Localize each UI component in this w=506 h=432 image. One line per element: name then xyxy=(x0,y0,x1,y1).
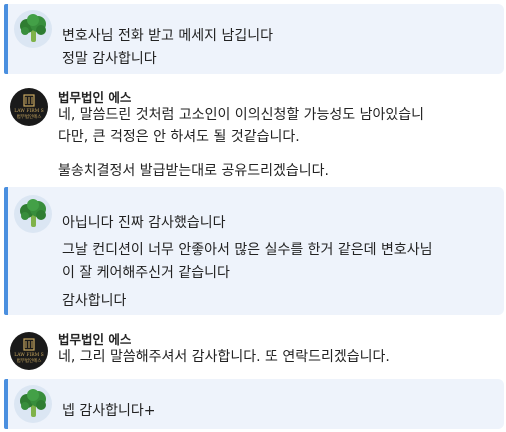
message-lawyer-2: LAW FIRM S 법무법인에스 법무법인 에스 네, 그리 말씀해주셔서 감… xyxy=(4,322,504,372)
broccoli-avatar-icon[interactable] xyxy=(14,195,52,233)
message-lawyer-1: LAW FIRM S 법무법인에스 법무법인 에스 네, 말씀드린 것처럼 고소… xyxy=(4,80,504,185)
message-text: 감사합니다 xyxy=(62,293,127,309)
message-text: 네, 말씀드린 것처럼 고소인이 이의신청할 가능성도 남아있습니 xyxy=(58,107,425,123)
chat-thread: 변호사님 전화 받고 메세지 남깁니다 정말 감사합니다 LAW FIRM S … xyxy=(0,0,506,432)
message-text: 넵 감사합니다+ xyxy=(62,403,156,419)
law-firm-logo-avatar-icon[interactable]: LAW FIRM S 법무법인에스 xyxy=(10,332,48,370)
broccoli-avatar-icon[interactable] xyxy=(14,385,52,423)
message-user-3: 넵 감사합니다+ xyxy=(4,379,504,429)
broccoli-avatar-icon[interactable] xyxy=(14,10,52,48)
message-text: 정말 감사합니다 xyxy=(62,51,157,67)
logo-text: 법무법인에스 xyxy=(16,359,42,364)
message-text: 이 잘 케어해주신거 같습니다 xyxy=(62,265,230,281)
message-user-1: 변호사님 전화 받고 메세지 남깁니다 정말 감사합니다 xyxy=(4,4,504,74)
sender-name: 법무법인 에스 xyxy=(58,90,132,105)
message-text: 다만, 큰 걱정은 안 하셔도 될 것같습니다. xyxy=(58,129,300,145)
logo-text: LAW FIRM S xyxy=(14,109,44,114)
message-text: 불송치결정서 발급받는대로 공유드리겠습니다. xyxy=(58,163,329,179)
message-text: 그날 컨디션이 너무 안좋아서 많은 실수를 한거 같은데 변호사님 xyxy=(62,242,433,258)
message-text: 변호사님 전화 받고 메세지 남깁니다 xyxy=(62,28,273,44)
message-text: 네, 그리 말씀해주셔서 감사합니다. 또 연락드리겠습니다. xyxy=(58,349,390,365)
message-text: 아닙니다 진짜 감사했습니다 xyxy=(62,215,226,231)
message-user-2: 아닙니다 진짜 감사했습니다 그날 컨디션이 너무 안좋아서 많은 실수를 한거… xyxy=(4,187,504,315)
logo-text: LAW FIRM S xyxy=(14,353,44,358)
logo-text: 법무법인에스 xyxy=(16,115,42,120)
law-firm-logo-avatar-icon[interactable]: LAW FIRM S 법무법인에스 xyxy=(10,88,48,126)
sender-name: 법무법인 에스 xyxy=(58,332,132,347)
